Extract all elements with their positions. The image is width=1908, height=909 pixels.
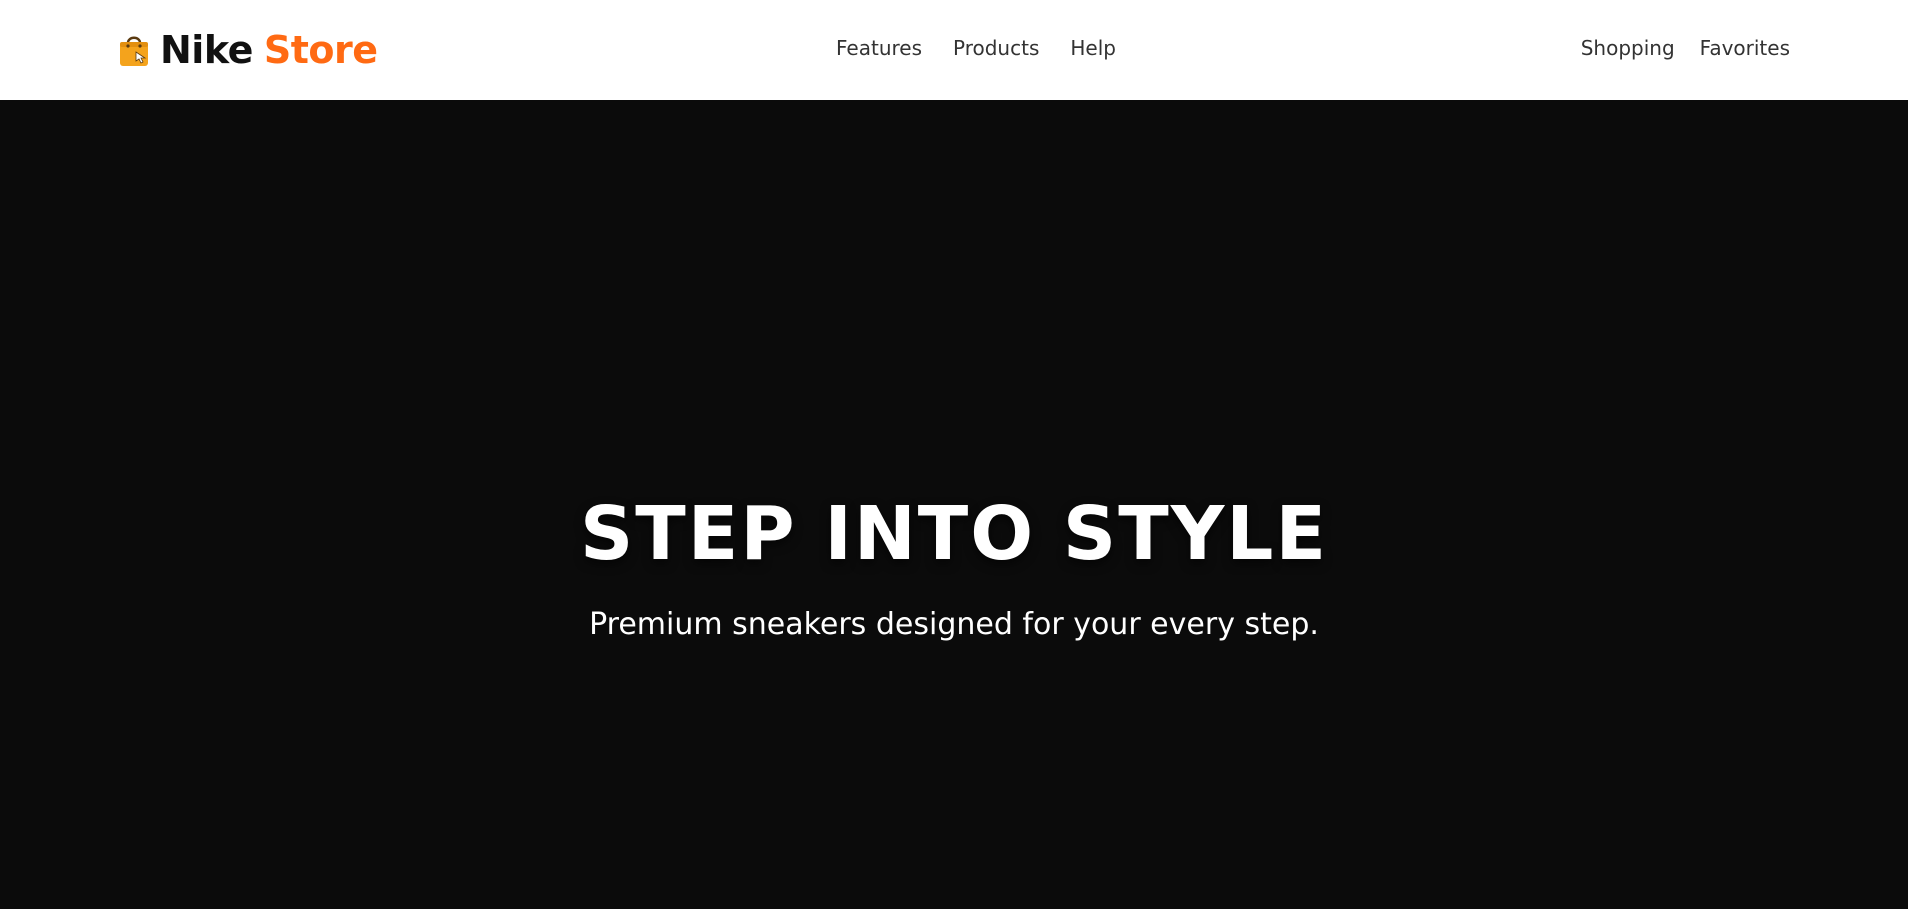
top-navbar: Nike Store Features Products Help Shoppi… xyxy=(0,0,1908,100)
nav-link-products[interactable]: Products xyxy=(953,36,1039,60)
brand-accent-text: Store xyxy=(263,28,378,72)
nav-link-favorites[interactable]: Favorites xyxy=(1700,36,1790,60)
nav-link-shopping[interactable]: Shopping xyxy=(1581,36,1675,60)
primary-nav: Features Products Help xyxy=(836,36,1116,60)
shopping-bag-icon xyxy=(118,32,150,68)
brand-logo[interactable]: Nike Store xyxy=(118,25,378,75)
hero-section: STEP INTO STYLE Premium sneakers designe… xyxy=(0,100,1908,909)
hero-title: STEP INTO STYLE xyxy=(580,491,1328,577)
secondary-nav: Shopping Favorites xyxy=(1581,36,1790,60)
brand-name: Nike xyxy=(160,28,253,72)
hero-subtitle: Premium sneakers designed for your every… xyxy=(589,607,1319,642)
nav-link-features[interactable]: Features xyxy=(836,36,922,60)
nav-link-help[interactable]: Help xyxy=(1070,36,1116,60)
